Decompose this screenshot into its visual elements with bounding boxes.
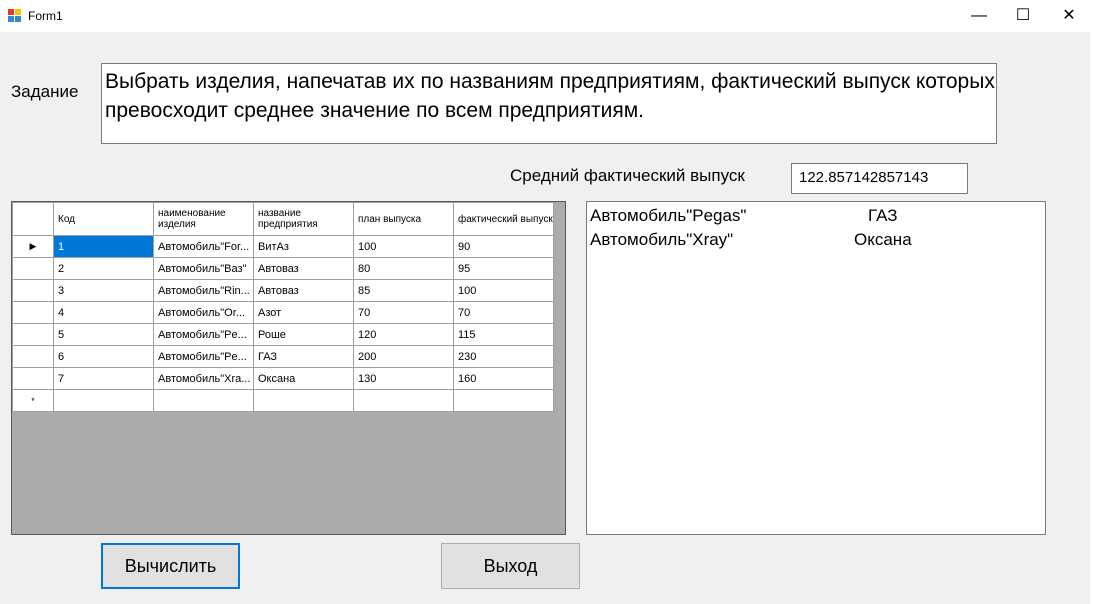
- data-grid[interactable]: Код наименование изделия название предпр…: [11, 201, 566, 535]
- table-row[interactable]: 2 Автомобиль"Ваз" Автоваз 80 95: [12, 257, 554, 280]
- cell-product[interactable]: [153, 389, 254, 412]
- cell-enterprise[interactable]: Автоваз: [253, 279, 354, 302]
- grid-header-row: Код наименование изделия название предпр…: [12, 202, 554, 236]
- title-bar: Form1 — ☐ ✕: [0, 0, 1094, 32]
- cell-enterprise[interactable]: [253, 389, 354, 412]
- row-header[interactable]: [12, 367, 54, 390]
- column-header-product[interactable]: наименование изделия: [153, 202, 254, 236]
- window-border: [1090, 32, 1094, 604]
- cell-actual[interactable]: 115: [453, 323, 554, 346]
- average-textbox[interactable]: 122.857142857143: [791, 163, 968, 194]
- cell-plan[interactable]: [353, 389, 454, 412]
- cell-plan[interactable]: 100: [353, 235, 454, 258]
- cell-enterprise[interactable]: Азот: [253, 301, 354, 324]
- maximize-button[interactable]: ☐: [1000, 0, 1046, 32]
- cell-plan[interactable]: 200: [353, 345, 454, 368]
- cell-actual[interactable]: 160: [453, 367, 554, 390]
- cell-enterprise[interactable]: Оксана: [253, 367, 354, 390]
- cell-plan[interactable]: 85: [353, 279, 454, 302]
- task-textbox[interactable]: Выбрать изделия, напечатав их по названи…: [101, 63, 997, 144]
- cell-code[interactable]: 2: [53, 257, 154, 280]
- cell-actual[interactable]: 95: [453, 257, 554, 280]
- cell-product[interactable]: Автомобиль"Ваз": [153, 257, 254, 280]
- cell-code[interactable]: 7: [53, 367, 154, 390]
- cell-actual[interactable]: 100: [453, 279, 554, 302]
- row-header[interactable]: [12, 345, 54, 368]
- result-product: Автомобиль"Xray": [590, 230, 734, 249]
- cell-actual[interactable]: 90: [453, 235, 554, 258]
- cell-plan[interactable]: 130: [353, 367, 454, 390]
- cell-enterprise[interactable]: Роше: [253, 323, 354, 346]
- column-header-code[interactable]: Код: [53, 202, 154, 236]
- cell-plan[interactable]: 80: [353, 257, 454, 280]
- task-label: Задание: [11, 82, 79, 101]
- cell-product[interactable]: Автомобиль"Pe...: [153, 345, 254, 368]
- cell-code[interactable]: 5: [53, 323, 154, 346]
- row-header[interactable]: [12, 301, 54, 324]
- row-header[interactable]: [12, 279, 54, 302]
- cell-product[interactable]: Автомобиль"Or...: [153, 301, 254, 324]
- list-item[interactable]: Автомобиль"Xray" Оксана: [590, 230, 1030, 254]
- results-listbox[interactable]: Автомобиль"Pegas" ГАЗ Автомобиль"Xray" О…: [586, 201, 1046, 535]
- cell-code[interactable]: 1: [53, 235, 154, 258]
- table-row[interactable]: 3 Автомобиль"Rin... Автоваз 85 100: [12, 279, 554, 302]
- cell-code[interactable]: 6: [53, 345, 154, 368]
- result-enterprise: ГАЗ: [868, 206, 898, 225]
- row-header-current[interactable]: ▶: [12, 235, 54, 258]
- row-header[interactable]: [12, 323, 54, 346]
- exit-button[interactable]: Выход: [441, 543, 580, 589]
- cell-actual[interactable]: 230: [453, 345, 554, 368]
- table-row[interactable]: 7 Автомобиль"Xra... Оксана 130 160: [12, 367, 554, 390]
- cell-actual[interactable]: 70: [453, 301, 554, 324]
- new-row[interactable]: *: [12, 389, 554, 412]
- cell-plan[interactable]: 70: [353, 301, 454, 324]
- column-header-plan[interactable]: план выпуска: [353, 202, 454, 236]
- average-label: Средний фактический выпуск: [510, 166, 745, 185]
- app-icon: [8, 9, 22, 23]
- table-row[interactable]: 6 Автомобиль"Pe... ГАЗ 200 230: [12, 345, 554, 368]
- row-header[interactable]: [12, 257, 54, 280]
- cell-enterprise[interactable]: Автоваз: [253, 257, 354, 280]
- cell-actual[interactable]: [453, 389, 554, 412]
- cell-enterprise[interactable]: ГАЗ: [253, 345, 354, 368]
- cell-product[interactable]: Автомобиль"Rin...: [153, 279, 254, 302]
- row-header-new[interactable]: *: [12, 389, 54, 412]
- calculate-button[interactable]: Вычислить: [101, 543, 240, 589]
- list-item[interactable]: Автомобиль"Pegas" ГАЗ: [590, 206, 1030, 230]
- cell-code[interactable]: 4: [53, 301, 154, 324]
- grid-corner-cell[interactable]: [12, 202, 54, 236]
- table-row[interactable]: 5 Автомобиль"Pe... Роше 120 115: [12, 323, 554, 346]
- table-row[interactable]: 4 Автомобиль"Or... Азот 70 70: [12, 301, 554, 324]
- cell-enterprise[interactable]: ВитАз: [253, 235, 354, 258]
- cell-product[interactable]: Автомобиль"For...: [153, 235, 254, 258]
- column-header-actual[interactable]: фактический выпуск: [453, 202, 554, 236]
- window-title: Form1: [28, 9, 63, 23]
- cell-plan[interactable]: 120: [353, 323, 454, 346]
- cell-product[interactable]: Автомобиль"Xra...: [153, 367, 254, 390]
- close-button[interactable]: ✕: [1046, 0, 1092, 32]
- column-header-enterprise[interactable]: название предприятия: [253, 202, 354, 236]
- cell-code[interactable]: [53, 389, 154, 412]
- cell-product[interactable]: Автомобиль"Pe...: [153, 323, 254, 346]
- table-row[interactable]: ▶ 1 Автомобиль"For... ВитАз 100 90: [12, 235, 554, 258]
- result-product: Автомобиль"Pegas": [590, 206, 747, 225]
- result-enterprise: Оксана: [854, 230, 912, 249]
- cell-code[interactable]: 3: [53, 279, 154, 302]
- minimize-button[interactable]: —: [956, 0, 1002, 32]
